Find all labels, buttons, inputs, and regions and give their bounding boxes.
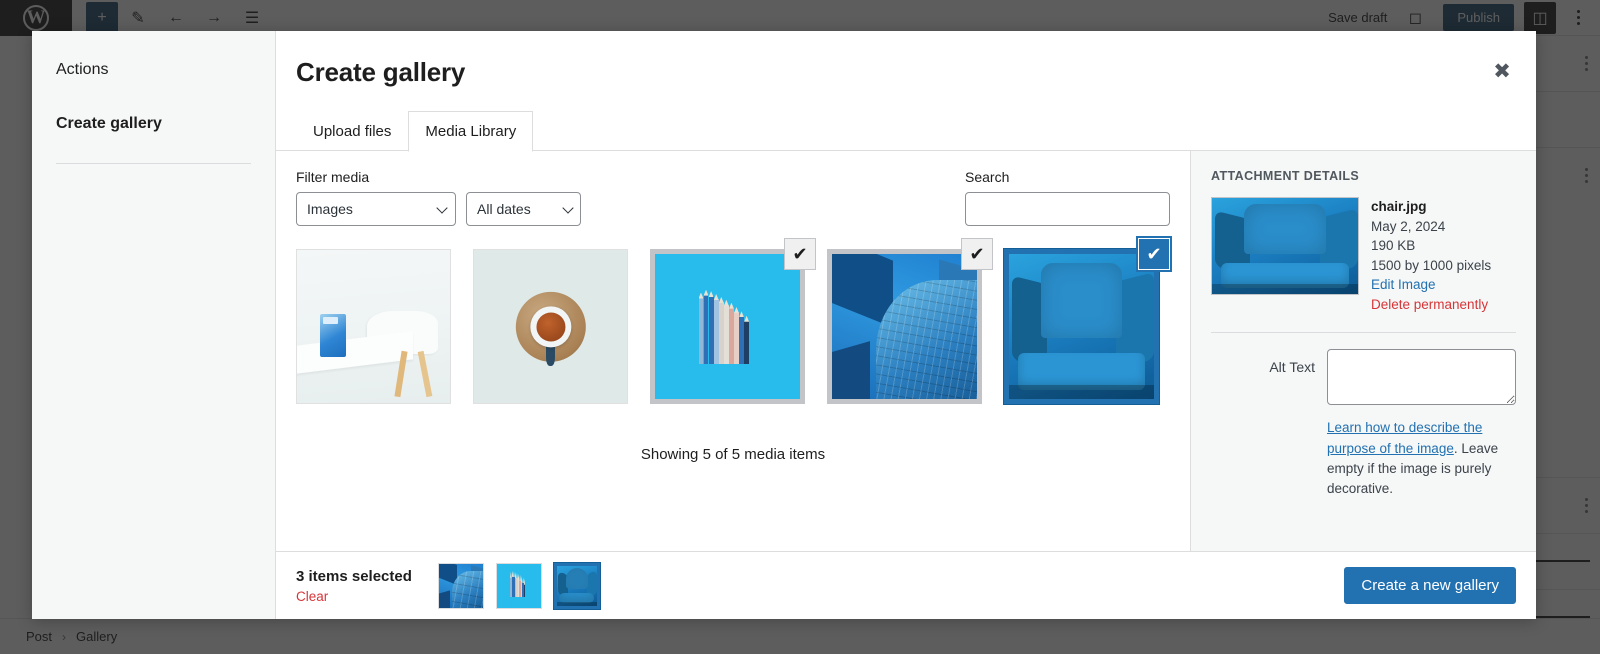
selected-thumb-chair[interactable] bbox=[552, 561, 601, 610]
media-thumbnail-image bbox=[1003, 248, 1160, 405]
media-item-chair[interactable]: ✔ bbox=[1003, 239, 1169, 405]
modal-tabs: Upload files Media Library bbox=[296, 110, 1504, 152]
selected-thumb-buildings[interactable] bbox=[437, 562, 484, 609]
alt-text-help: Learn how to describe the purpose of the… bbox=[1327, 418, 1516, 499]
attachment-dimensions: 1500 by 1000 pixels bbox=[1371, 257, 1492, 273]
checkmark-icon[interactable]: ✔ bbox=[785, 239, 815, 269]
search-block: Search bbox=[965, 169, 1170, 226]
close-x-icon[interactable]: ✖ bbox=[1484, 53, 1520, 89]
attachment-summary: chair.jpg May 2, 2024 190 KB 1500 by 100… bbox=[1211, 197, 1516, 314]
modal-footer: 3 items selected Clear Create a new gall… bbox=[276, 551, 1536, 619]
selected-thumbnails bbox=[437, 561, 601, 610]
media-thumbnail-grid: ✔ ✔ ✔ bbox=[296, 239, 1170, 405]
pencil-shape bbox=[713, 293, 719, 365]
filter-media-block: Filter media Images All dates bbox=[296, 169, 581, 226]
details-divider bbox=[1211, 332, 1516, 334]
rail-item-create-gallery[interactable]: Create gallery bbox=[56, 115, 251, 133]
tab-media-library[interactable]: Media Library bbox=[408, 111, 534, 152]
selection-summary: 3 items selected Clear bbox=[296, 568, 412, 604]
attachment-details-panel: ATTACHMENT DETAILS chair.jpg May 2, 2024… bbox=[1191, 151, 1536, 551]
modal-title: Create gallery bbox=[296, 57, 466, 87]
modal-actions-rail: Actions Create gallery bbox=[32, 31, 276, 619]
attachment-filesize: 190 KB bbox=[1371, 238, 1416, 254]
pencil-shape bbox=[698, 292, 704, 365]
alt-text-field[interactable] bbox=[1327, 349, 1516, 406]
modal-main-column: Create gallery ✖ Upload files Media Libr… bbox=[276, 31, 1536, 619]
delete-permanently-link[interactable]: Delete permanently bbox=[1371, 295, 1491, 315]
attachment-details-heading: ATTACHMENT DETAILS bbox=[1211, 169, 1360, 183]
media-date-select[interactable]: All dates bbox=[466, 192, 581, 226]
clear-selection-link[interactable]: Clear bbox=[296, 589, 412, 604]
actions-heading: Actions bbox=[56, 61, 109, 78]
pencil-shape bbox=[523, 578, 526, 597]
media-item-pencils[interactable]: ✔ bbox=[650, 239, 815, 404]
search-input[interactable] bbox=[965, 192, 1170, 226]
pencil-shape bbox=[708, 291, 714, 365]
checkmark-icon[interactable]: ✔ bbox=[962, 239, 992, 269]
showing-count-text: Showing 5 of 5 media items bbox=[640, 446, 826, 463]
rail-divider bbox=[56, 163, 251, 164]
attachment-metadata: chair.jpg May 2, 2024 190 KB 1500 by 100… bbox=[1371, 197, 1491, 314]
modal-header: Create gallery ✖ Upload files Media Libr… bbox=[276, 31, 1536, 152]
alt-text-row: Alt Text Learn how to describe the purpo… bbox=[1211, 349, 1516, 513]
pencil-shape bbox=[744, 315, 750, 365]
checkmark-icon[interactable]: ✔ bbox=[1139, 239, 1169, 269]
media-thumbnail-image bbox=[473, 249, 628, 404]
attachment-date: May 2, 2024 bbox=[1371, 218, 1446, 234]
modal-body: Filter media Images All dates Search ✔ ✔… bbox=[276, 151, 1536, 551]
create-a-new-gallery-button[interactable]: Create a new gallery bbox=[1344, 567, 1516, 604]
search-label: Search bbox=[965, 169, 1010, 185]
media-type-select[interactable]: Images bbox=[296, 192, 456, 226]
media-item-table[interactable] bbox=[296, 249, 451, 404]
media-item-buildings[interactable]: ✔ bbox=[827, 239, 992, 404]
media-item-coffee[interactable] bbox=[473, 249, 628, 404]
alt-text-label: Alt Text bbox=[1269, 359, 1315, 376]
edit-image-link[interactable]: Edit Image bbox=[1371, 275, 1491, 295]
media-toolbar: Filter media Images All dates Search bbox=[296, 169, 1170, 226]
media-thumbnail-image bbox=[827, 249, 982, 404]
attachment-filename: chair.jpg bbox=[1371, 199, 1427, 214]
media-date-select-wrap: All dates bbox=[466, 192, 581, 226]
media-thumbnail-image bbox=[650, 249, 805, 404]
selected-thumb-pencils[interactable] bbox=[495, 562, 542, 609]
media-grid-area: Filter media Images All dates Search ✔ ✔… bbox=[276, 151, 1191, 551]
media-type-select-wrap: Images bbox=[296, 192, 456, 226]
attachment-thumbnail bbox=[1211, 197, 1359, 295]
create-gallery-modal: Actions Create gallery Create gallery ✖ … bbox=[32, 31, 1536, 619]
pencil-shape bbox=[703, 289, 709, 365]
pencil-shape bbox=[718, 296, 724, 365]
tab-upload-files[interactable]: Upload files bbox=[296, 111, 408, 152]
filter-media-label: Filter media bbox=[296, 169, 370, 185]
media-thumbnail-image bbox=[296, 249, 451, 404]
selected-count-label: 3 items selected bbox=[296, 567, 412, 585]
